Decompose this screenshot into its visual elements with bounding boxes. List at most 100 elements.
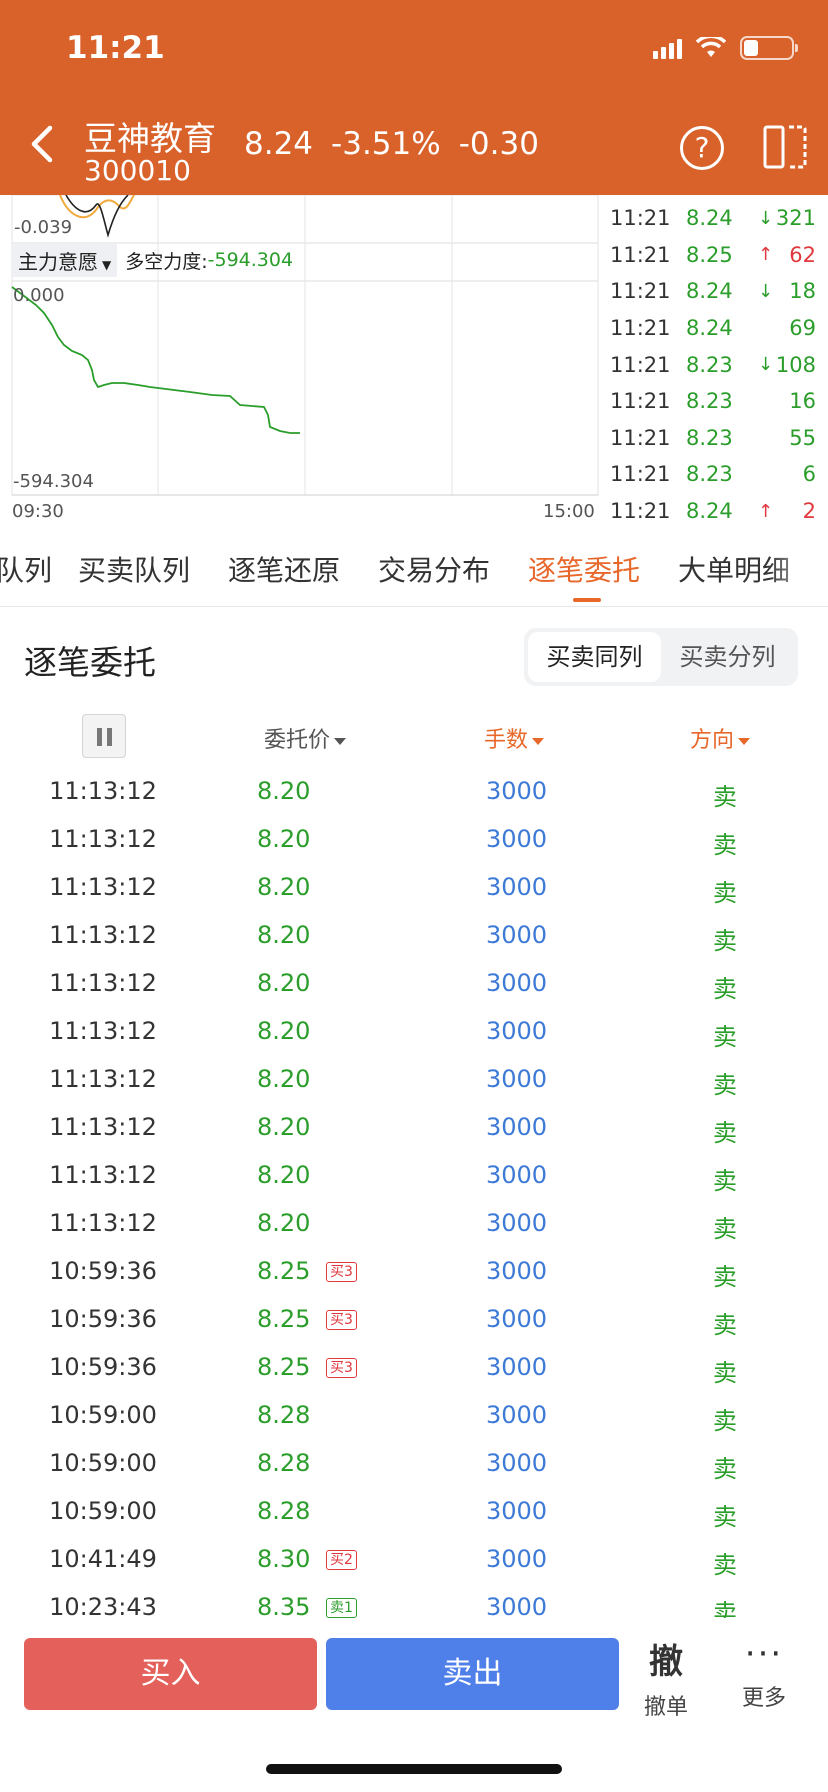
help-icon[interactable]: ? xyxy=(680,126,724,170)
order-quantity: 3000 xyxy=(486,1353,548,1381)
order-time: 10:59:36 xyxy=(49,1353,157,1381)
cancel-order-button[interactable]: 撤 撤单 xyxy=(636,1634,696,1721)
order-row: 10:41:49 8.30 买2 3000 卖 xyxy=(0,1536,828,1584)
tick-time: 11:21 xyxy=(610,242,671,267)
y-axis-top: 0.000 xyxy=(13,285,65,306)
order-price: 8.20 xyxy=(257,1113,311,1141)
order-price: 8.28 xyxy=(257,1449,311,1477)
order-direction: 卖 xyxy=(713,1119,737,1147)
chart-panel: -0.039 主力意愿 ▼ 多空力度: -594.304 0.000 -594.3… xyxy=(0,195,600,525)
sort-caret-icon xyxy=(532,737,545,745)
order-row: 11:13:12 8.20 3000 卖 xyxy=(0,1008,828,1056)
detail-tabs: 队列 买卖队列 逐笔还原 交易分布 逐笔委托 大单明细 xyxy=(0,525,828,607)
tick-price: 8.23 xyxy=(686,389,733,414)
order-time: 10:41:49 xyxy=(49,1545,157,1573)
tick-list[interactable]: 11:21 8.24 ↓ 321 11:21 8.25 ↑ 62 11:21 8.24 ↓ 18 11:… xyxy=(600,200,828,529)
signal-icon xyxy=(653,37,682,59)
order-quantity: 3000 xyxy=(486,1065,548,1093)
tick-row: 11:21 8.24 69 xyxy=(600,310,828,347)
tick-row: 11:21 8.24 ↑ 2 xyxy=(600,493,828,530)
tick-row: 11:21 8.24 ↓ 18 xyxy=(600,273,828,310)
order-row: 10:59:00 8.28 3000 卖 xyxy=(0,1488,828,1536)
orders-list[interactable]: 11:13:12 8.20 3000 卖 11:13:12 8.20 3000 卖 11:13:… xyxy=(0,768,828,1632)
order-time: 11:13:12 xyxy=(49,1161,157,1189)
order-price: 8.20 xyxy=(257,1017,311,1045)
order-price: 8.25 xyxy=(257,1257,311,1285)
order-price: 8.25 xyxy=(257,1353,311,1381)
order-quantity: 3000 xyxy=(486,777,548,805)
orders-table-header: 委托价 手数 方向 xyxy=(0,714,828,758)
order-quantity: 3000 xyxy=(486,1305,548,1333)
order-price: 8.28 xyxy=(257,1497,311,1525)
stock-change: -0.30 xyxy=(458,126,539,162)
tick-price: 8.23 xyxy=(686,425,733,450)
order-direction: 卖 xyxy=(713,1455,737,1483)
tab-queue[interactable]: 队列 xyxy=(0,549,52,589)
pause-icon[interactable] xyxy=(82,714,126,758)
buy-button[interactable]: 买入 xyxy=(24,1638,317,1710)
order-direction: 卖 xyxy=(713,1311,737,1339)
app-header: 11:21 豆神教育 300010 8.24 -3.51% -0.30 ? xyxy=(0,0,828,195)
tick-price: 8.25 xyxy=(686,242,733,267)
tick-volume: 62 xyxy=(789,242,816,267)
tab-bid-ask-queue[interactable]: 买卖队列 xyxy=(78,549,190,589)
order-direction: 卖 xyxy=(713,1071,737,1099)
order-direction: 卖 xyxy=(713,1167,737,1195)
back-icon[interactable] xyxy=(26,124,60,164)
tick-time: 11:21 xyxy=(610,316,671,341)
order-row: 11:13:12 8.20 3000 卖 xyxy=(0,1056,828,1104)
order-direction: 卖 xyxy=(713,1023,737,1051)
order-direction: 卖 xyxy=(713,927,737,955)
tick-row: 11:21 8.23 6 xyxy=(600,456,828,493)
wifi-icon xyxy=(696,37,726,57)
active-tab-indicator xyxy=(573,598,601,602)
order-row: 10:59:36 8.25 买3 3000 卖 xyxy=(0,1248,828,1296)
order-time: 10:23:43 xyxy=(49,1593,157,1621)
tick-price: 8.24 xyxy=(686,316,733,341)
toggle-same-column[interactable]: 买卖同列 xyxy=(528,632,661,682)
order-price: 8.30 xyxy=(257,1545,311,1573)
order-quantity: 3000 xyxy=(486,1257,548,1285)
order-quantity: 3000 xyxy=(486,1017,548,1045)
more-button[interactable]: ··· 更多 xyxy=(732,1634,796,1712)
indicator-select[interactable]: 主力意愿 ▼ xyxy=(12,243,118,277)
order-time: 11:13:12 xyxy=(49,1209,157,1237)
cancel-icon: 撤 xyxy=(649,1642,683,1682)
tick-volume: 6 xyxy=(802,462,816,487)
tick-row: 11:21 8.25 ↑ 62 xyxy=(600,237,828,274)
qty-sort-header[interactable]: 手数 xyxy=(484,722,545,754)
battery-icon xyxy=(740,36,798,60)
order-quantity: 3000 xyxy=(486,1545,548,1573)
tick-volume: 69 xyxy=(789,316,816,341)
tick-arrow-icon: ↑ xyxy=(758,500,774,522)
order-time: 11:13:12 xyxy=(49,825,157,853)
landscape-switch-icon[interactable] xyxy=(762,124,808,170)
tick-price: 8.23 xyxy=(686,352,733,377)
price-sort-header[interactable]: 委托价 xyxy=(264,722,347,754)
sell-button[interactable]: 卖出 xyxy=(326,1638,619,1710)
direction-header-label: 方向 xyxy=(690,728,735,753)
tick-price: 8.23 xyxy=(686,462,733,487)
qty-header-label: 手数 xyxy=(484,728,529,753)
order-quantity: 3000 xyxy=(486,1401,548,1429)
more-icon: ··· xyxy=(744,1634,784,1674)
tick-price: 8.24 xyxy=(686,499,733,524)
order-direction: 卖 xyxy=(713,1215,737,1243)
order-price: 8.20 xyxy=(257,921,311,949)
indicator-bar: 主力意愿 ▼ 多空力度: -594.304 xyxy=(12,243,293,277)
tab-tick-restore[interactable]: 逐笔还原 xyxy=(228,549,340,589)
tab-trade-distribution[interactable]: 交易分布 xyxy=(378,549,490,589)
order-row: 11:13:12 8.20 3000 卖 xyxy=(0,912,828,960)
tick-price: 8.24 xyxy=(686,206,733,231)
tick-time: 11:21 xyxy=(610,389,671,414)
tick-time: 11:21 xyxy=(610,425,671,450)
indicator-name: 主力意愿 xyxy=(18,249,98,274)
toggle-split-column[interactable]: 买卖分列 xyxy=(661,632,794,682)
tick-time: 11:21 xyxy=(610,352,671,377)
tab-tick-orders[interactable]: 逐笔委托 xyxy=(528,549,640,589)
order-price: 8.20 xyxy=(257,777,311,805)
order-direction: 卖 xyxy=(713,1551,737,1579)
order-direction: 卖 xyxy=(713,879,737,907)
order-row: 10:59:36 8.25 买3 3000 卖 xyxy=(0,1296,828,1344)
direction-sort-header[interactable]: 方向 xyxy=(690,722,751,754)
